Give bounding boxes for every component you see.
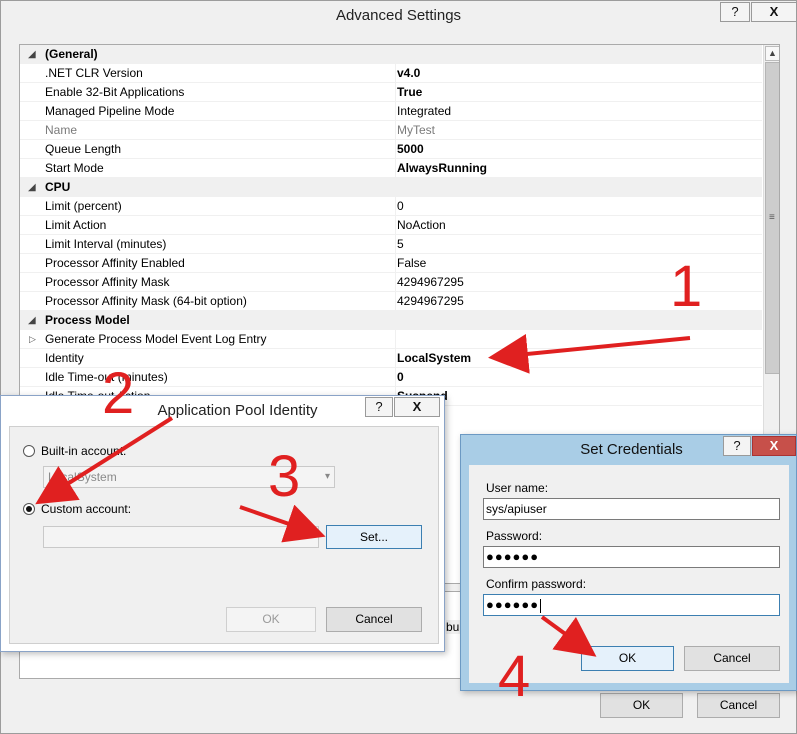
password-label: Password: <box>486 529 543 543</box>
property-name: Processor Affinity Mask (64-bit option) <box>45 294 247 308</box>
property-name: .NET CLR Version <box>45 66 143 80</box>
category-row[interactable]: ◢ CPU <box>20 178 762 197</box>
set-account-button[interactable]: Set... <box>326 525 422 549</box>
collapse-triangle-icon[interactable]: ◢ <box>28 45 36 64</box>
property-row[interactable]: Processor Affinity Mask (64-bit option) 4… <box>20 292 762 311</box>
property-row[interactable]: ▷ Generate Process Model Event Log Entry <box>20 330 762 349</box>
confirm-password-label: Confirm password: <box>486 577 587 591</box>
builtin-account-radio[interactable] <box>23 445 35 457</box>
builtin-account-value: LocalSystem <box>48 470 117 484</box>
api-ok-button[interactable]: OK <box>226 607 316 632</box>
api-help-button[interactable]: ? <box>365 397 393 417</box>
property-value[interactable] <box>395 330 397 349</box>
category-row[interactable]: ◢ (General) <box>20 45 762 64</box>
confirm-password-input[interactable]: ●●●●●● <box>483 594 780 616</box>
annotation-step-1: 1 <box>670 254 703 319</box>
property-row[interactable]: Managed Pipeline Mode Integrated <box>20 102 762 121</box>
property-name: (General) <box>45 47 98 61</box>
property-name: Process Model <box>45 313 130 327</box>
custom-account-field <box>43 526 319 548</box>
property-name: CPU <box>45 180 71 194</box>
custom-account-label: Custom account: <box>41 502 132 516</box>
custom-account-radio[interactable] <box>23 503 35 515</box>
cred-close-button[interactable]: X <box>752 436 796 456</box>
username-label: User name: <box>486 481 549 495</box>
property-row[interactable]: Enable 32-Bit Applications True <box>20 83 762 102</box>
property-row[interactable]: Limit Action NoAction <box>20 216 762 235</box>
property-value[interactable]: 5000 <box>395 140 424 159</box>
scroll-thumb[interactable]: ≡ <box>765 62 779 374</box>
api-cancel-button[interactable]: Cancel <box>326 607 422 632</box>
property-name: Generate Process Model Event Log Entry <box>45 332 267 346</box>
api-close-button[interactable]: X <box>394 397 440 417</box>
property-row[interactable]: Limit (percent) 0 <box>20 197 762 216</box>
property-value[interactable]: 4294967295 <box>395 273 464 292</box>
property-name: Processor Affinity Mask <box>45 275 170 289</box>
property-value[interactable]: NoAction <box>395 216 446 235</box>
property-value[interactable]: v4.0 <box>395 64 420 83</box>
help-button[interactable]: ? <box>720 2 750 22</box>
category-row[interactable]: ◢ Process Model <box>20 311 762 330</box>
app-pool-identity-dialog: Application Pool Identity ? X Built-in a… <box>0 395 445 652</box>
property-row[interactable]: Processor Affinity Enabled False <box>20 254 762 273</box>
advanced-settings-title: Advanced Settings <box>335 7 462 24</box>
property-name: Limit Action <box>45 218 107 232</box>
expand-triangle-icon[interactable]: ▷ <box>29 330 36 349</box>
app-pool-identity-body: Built-in account: LocalSystem ▾ Custom a… <box>9 426 439 644</box>
main-ok-button[interactable]: OK <box>600 693 683 718</box>
collapse-triangle-icon[interactable]: ◢ <box>28 178 36 197</box>
property-value[interactable]: LocalSystem <box>395 349 471 368</box>
property-name: Managed Pipeline Mode <box>45 104 175 118</box>
main-cancel-button[interactable]: Cancel <box>697 693 780 718</box>
property-value[interactable]: MyTest <box>395 121 435 140</box>
annotation-step-4: 4 <box>498 644 531 709</box>
property-name: Limit (percent) <box>45 199 122 213</box>
builtin-account-label: Built-in account: <box>41 444 127 458</box>
close-button[interactable]: X <box>751 2 797 22</box>
username-input[interactable]: sys/apiuser <box>483 498 780 520</box>
property-row[interactable]: Queue Length 5000 <box>20 140 762 159</box>
property-value[interactable]: 4294967295 <box>395 292 464 311</box>
cred-cancel-button[interactable]: Cancel <box>684 646 780 671</box>
property-row[interactable]: Limit Interval (minutes) 5 <box>20 235 762 254</box>
property-row[interactable]: Processor Affinity Mask 4294967295 <box>20 273 762 292</box>
annotation-step-2: 2 <box>102 361 135 426</box>
property-value[interactable]: AlwaysRunning <box>395 159 487 178</box>
property-value[interactable]: Integrated <box>395 102 451 121</box>
property-name: Name <box>45 123 78 137</box>
property-name: Queue Length <box>45 142 122 156</box>
property-value[interactable]: 0 <box>395 368 404 387</box>
cred-ok-button[interactable]: OK <box>581 646 674 671</box>
collapse-triangle-icon[interactable]: ◢ <box>28 311 36 330</box>
password-input[interactable]: ●●●●●● <box>483 546 780 568</box>
property-value[interactable]: False <box>395 254 426 273</box>
property-value[interactable]: 5 <box>395 235 404 254</box>
property-value[interactable]: 0 <box>395 197 404 216</box>
property-value[interactable]: True <box>395 83 422 102</box>
annotation-step-3: 3 <box>268 444 301 509</box>
cred-help-button[interactable]: ? <box>723 436 751 456</box>
scroll-up-arrow-icon[interactable]: ▲ <box>765 46 779 61</box>
scroll-grip-icon: ≡ <box>769 212 775 223</box>
text-caret <box>540 598 542 613</box>
property-row[interactable]: Name MyTest <box>20 121 762 140</box>
property-name: Identity <box>45 351 84 365</box>
property-name: Start Mode <box>45 161 104 175</box>
property-name: Enable 32-Bit Applications <box>45 85 185 99</box>
property-name: Limit Interval (minutes) <box>45 237 167 251</box>
property-name: Processor Affinity Enabled <box>45 256 185 270</box>
chevron-down-icon: ▾ <box>324 471 330 482</box>
property-row[interactable]: Start Mode AlwaysRunning <box>20 159 762 178</box>
property-row[interactable]: .NET CLR Version v4.0 <box>20 64 762 83</box>
confirm-password-value: ●●●●●● <box>486 597 540 612</box>
